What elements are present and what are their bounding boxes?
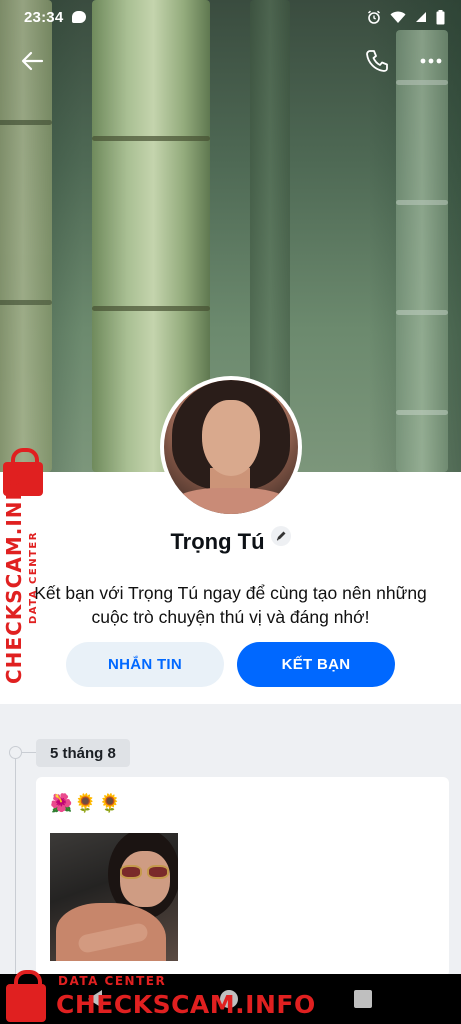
battery-icon	[436, 9, 445, 24]
avatar-photo	[164, 380, 298, 514]
message-button[interactable]: NHẮN TIN	[66, 642, 224, 687]
phone-icon[interactable]	[360, 44, 394, 78]
watermark-sub-vertical: DATA CENTER	[28, 531, 39, 624]
watermark-brand: CHECKSCAM.INFO	[56, 990, 316, 1019]
message-icon	[72, 11, 87, 23]
timeline-dot	[9, 746, 22, 759]
profile-name-row: Trọng Tú	[0, 526, 461, 555]
timeline-post[interactable]: 🌺🌻🌻	[36, 777, 449, 977]
more-options-icon[interactable]	[414, 44, 448, 78]
timeline-connector	[22, 752, 36, 753]
add-friend-button[interactable]: KẾT BẠN	[237, 642, 395, 687]
timeline-date: 5 tháng 8	[36, 739, 130, 767]
post-photo[interactable]	[50, 833, 178, 961]
post-emoji-caption: 🌺🌻🌻	[50, 793, 124, 813]
lock-icon	[6, 970, 46, 1022]
avatar[interactable]	[160, 376, 302, 518]
watermark-sub: DATA CENTER	[58, 974, 167, 988]
profile-intro-text: Kết bạn với Trọng Tú ngay để cùng tạo nê…	[34, 583, 427, 627]
signal-icon	[416, 12, 426, 22]
wifi-icon	[390, 11, 406, 23]
top-action-bar	[0, 40, 461, 84]
status-bar: 23:34	[0, 0, 461, 34]
profile-name: Trọng Tú	[170, 529, 265, 554]
watermark-brand-vertical: CHECKSCAM.INFO	[2, 467, 26, 684]
alarm-icon	[367, 10, 381, 24]
watermark-bottom: DATA CENTER CHECKSCAM.INFO	[0, 966, 461, 1024]
cover-bamboo-right	[396, 30, 448, 472]
timeline-line	[15, 752, 16, 982]
status-time: 23:34	[24, 8, 64, 26]
watermark-side: CHECKSCAM.INFO DATA CENTER	[0, 448, 52, 684]
pencil-edit-icon[interactable]	[270, 526, 291, 546]
back-arrow-icon[interactable]	[16, 44, 50, 78]
